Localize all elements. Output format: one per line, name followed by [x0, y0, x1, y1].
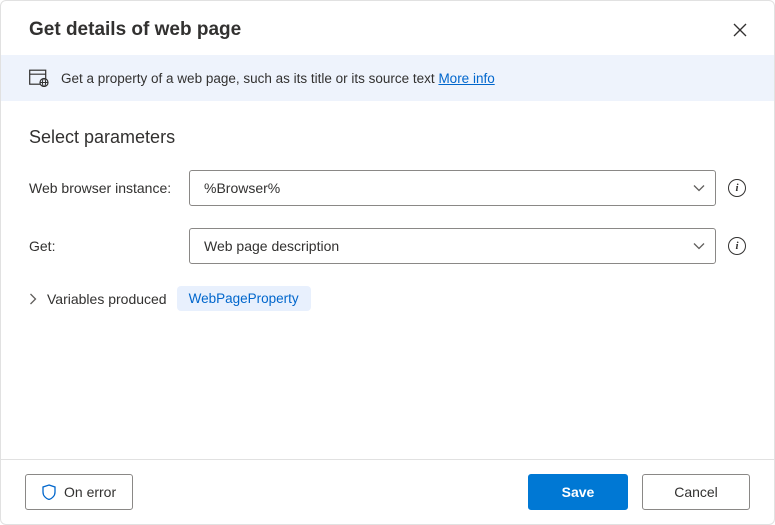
variables-produced-row: Variables produced WebPageProperty — [29, 286, 746, 311]
dialog-footer: On error Save Cancel — [1, 459, 774, 524]
info-text: Get a property of a web page, such as it… — [61, 71, 438, 86]
dialog-header: Get details of web page — [1, 1, 774, 55]
get-row: Get: Web page description i — [29, 228, 746, 264]
more-info-link[interactable]: More info — [438, 71, 494, 86]
browser-help-icon[interactable]: i — [728, 179, 746, 197]
section-title: Select parameters — [29, 127, 746, 148]
chevron-down-icon — [693, 242, 705, 250]
chevron-right-icon[interactable] — [29, 293, 37, 305]
content-area: Select parameters Web browser instance: … — [1, 101, 774, 459]
get-value: Web page description — [204, 238, 339, 254]
on-error-button[interactable]: On error — [25, 474, 133, 510]
web-page-icon — [29, 69, 49, 87]
get-label: Get: — [29, 238, 189, 254]
get-dropdown[interactable]: Web page description — [189, 228, 716, 264]
browser-instance-dropdown[interactable]: %Browser% — [189, 170, 716, 206]
chevron-down-icon — [693, 184, 705, 192]
on-error-label: On error — [64, 484, 116, 500]
browser-instance-label: Web browser instance: — [29, 180, 189, 196]
browser-instance-value: %Browser% — [204, 180, 280, 196]
info-text-container: Get a property of a web page, such as it… — [61, 71, 495, 86]
variables-produced-label: Variables produced — [47, 291, 167, 307]
variable-pill[interactable]: WebPageProperty — [177, 286, 311, 311]
close-icon — [733, 23, 747, 37]
browser-instance-row: Web browser instance: %Browser% i — [29, 170, 746, 206]
get-help-icon[interactable]: i — [728, 237, 746, 255]
info-banner: Get a property of a web page, such as it… — [1, 55, 774, 101]
dialog-title: Get details of web page — [29, 19, 241, 41]
save-button[interactable]: Save — [528, 474, 628, 510]
footer-actions: Save Cancel — [528, 474, 750, 510]
close-button[interactable] — [730, 20, 750, 40]
shield-icon — [42, 484, 56, 500]
cancel-button[interactable]: Cancel — [642, 474, 750, 510]
